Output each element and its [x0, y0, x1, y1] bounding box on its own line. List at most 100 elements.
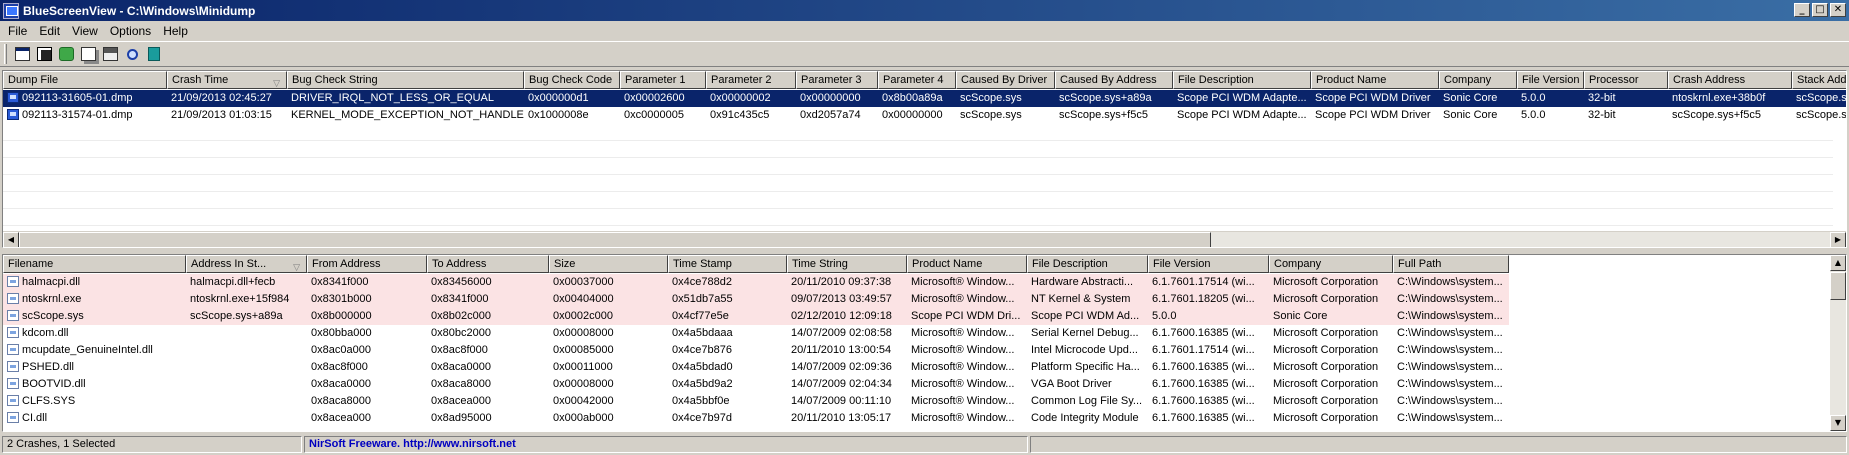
column-header-parameter-1[interactable]: Parameter 1 [620, 71, 706, 89]
driver-row[interactable]: scScope.sys scScope.sys+a89a 0x8b000000 0x8… [3, 308, 1509, 325]
cell-text: 0x8aca0000 [311, 378, 371, 390]
column-header-processor[interactable]: Processor [1584, 71, 1668, 89]
column-header-label: From Address [312, 258, 381, 270]
driver-row[interactable]: CLFS.SYS 0x8aca8000 0x8acea000 0x00042000 0x… [3, 393, 1509, 410]
options-icon [102, 47, 118, 61]
refresh-button[interactable] [55, 44, 77, 65]
cell-to-address: 0x83456000 [427, 274, 549, 291]
driver-row[interactable]: BOOTVID.dll 0x8aca0000 0x8aca8000 0x0000800… [3, 376, 1509, 393]
cell-text: Microsoft Corporation [1273, 327, 1379, 339]
cell-file-description: Common Log File Sy... [1027, 393, 1148, 410]
column-header-dump-file[interactable]: Dump File [3, 71, 167, 89]
maximize-button[interactable]: □ [1812, 3, 1828, 17]
column-header-product-name[interactable]: Product Name [1311, 71, 1439, 89]
scroll-right-arrow[interactable]: ▶ [1830, 232, 1846, 247]
crash-list-hscroll[interactable]: ◀ ▶ [3, 231, 1846, 247]
cell-file-version: 6.1.7601.18205 (wi... [1148, 291, 1269, 308]
menu-view[interactable]: View [66, 24, 104, 38]
driver-row[interactable]: mcupdate_GenuineIntel.dll 0x8ac0a000 0x8ac… [3, 342, 1509, 359]
column-header-time-stamp[interactable]: Time Stamp [668, 255, 787, 273]
column-header-from-address[interactable]: From Address [307, 255, 427, 273]
cell-file-version: 5.0.0 [1148, 308, 1269, 325]
options-button[interactable] [99, 44, 121, 65]
column-header-file-description[interactable]: File Description [1173, 71, 1311, 89]
driver-row[interactable]: kdcom.dll 0x80bba000 0x80bc2000 0x00008000 0… [3, 325, 1509, 342]
minimize-button[interactable]: _ [1794, 3, 1810, 17]
column-header-address-in-st[interactable]: Address In St... ▽ [186, 255, 307, 273]
cell-text: C:\Windows\system... [1397, 412, 1503, 424]
cell-text: Sonic Core [1443, 109, 1498, 121]
column-header-size[interactable]: Size [549, 255, 668, 273]
cell-text: VGA Boot Driver [1031, 378, 1112, 390]
column-header-parameter-3[interactable]: Parameter 3 [796, 71, 878, 89]
cell-company: Sonic Core [1439, 90, 1517, 107]
column-header-filename[interactable]: Filename [3, 255, 186, 273]
close-button[interactable]: ✕ [1830, 3, 1846, 17]
find-button[interactable] [121, 44, 143, 65]
cell-text: 0x00008000 [553, 327, 614, 339]
menu-help[interactable]: Help [157, 24, 194, 38]
driver-row[interactable]: PSHED.dll 0x8ac8f000 0x8aca0000 0x00011000 0… [3, 359, 1509, 376]
scroll-thumb[interactable] [1830, 272, 1846, 300]
column-header-bug-check-code[interactable]: Bug Check Code [524, 71, 620, 89]
exit-button[interactable] [143, 44, 165, 65]
column-header-time-string[interactable]: Time String [787, 255, 907, 273]
column-header-full-path[interactable]: Full Path [1393, 255, 1509, 273]
cell-text: 14/07/2009 02:08:58 [791, 327, 892, 339]
column-header-parameter-2[interactable]: Parameter 2 [706, 71, 796, 89]
save-button[interactable] [33, 44, 55, 65]
driver-list-vscroll[interactable]: ▲ ▼ [1830, 255, 1846, 431]
properties-button[interactable] [11, 44, 33, 65]
driver-row[interactable]: CI.dll 0x8acea000 0x8ad95000 0x000ab000 0x4c… [3, 410, 1509, 427]
column-header-caused-by-driver[interactable]: Caused By Driver [956, 71, 1055, 89]
crash-row[interactable]: 092113-31574-01.dmp 21/09/2013 01:03:15 KE… [3, 107, 1846, 124]
crash-list[interactable]: Dump File Crash Time ▽ Bug Check String Bug … [2, 70, 1847, 248]
column-header-bug-check-string[interactable]: Bug Check String [287, 71, 524, 89]
driver-row[interactable]: halmacpi.dll halmacpi.dll+fecb 0x8341f000 0… [3, 274, 1509, 291]
cell-file-description: Hardware Abstracti... [1027, 274, 1148, 291]
column-header-file-version[interactable]: File Version [1517, 71, 1584, 89]
column-header-file-description[interactable]: File Description [1027, 255, 1148, 273]
cell-caused-by-driver: scScope.sys [956, 90, 1055, 107]
copy-button[interactable] [77, 44, 99, 65]
column-header-label: Address In St... [191, 258, 267, 270]
column-header-parameter-4[interactable]: Parameter 4 [878, 71, 956, 89]
scroll-up-arrow[interactable]: ▲ [1830, 255, 1846, 271]
column-header-crash-time[interactable]: Crash Time ▽ [167, 71, 287, 89]
cell-text: Scope PCI WDM Adapte... [1177, 109, 1307, 121]
cell-full-path: C:\Windows\system... [1393, 359, 1509, 376]
column-header-caused-by-address[interactable]: Caused By Address [1055, 71, 1173, 89]
column-header-label: Filename [8, 258, 54, 270]
cell-text: scScope.sys+a89a [190, 310, 283, 322]
title-bar[interactable]: BlueScreenView - C:\Windows\Minidump _ □… [0, 0, 1849, 21]
save-icon [36, 47, 52, 61]
menu-options[interactable]: Options [104, 24, 157, 38]
column-header-file-version[interactable]: File Version [1148, 255, 1269, 273]
sort-indicator-icon: ▽ [293, 262, 300, 272]
column-header-label: Parameter 4 [883, 74, 944, 86]
column-header-company[interactable]: Company [1269, 255, 1393, 273]
scroll-down-arrow[interactable]: ▼ [1830, 415, 1846, 431]
column-header-stack-address[interactable]: Stack Address [1792, 71, 1846, 89]
nirsoft-link[interactable]: NirSoft Freeware. http://www.nirsoft.net [304, 436, 1028, 453]
cell-crash-time: 21/09/2013 01:03:15 [167, 107, 287, 124]
menu-file[interactable]: File [2, 24, 33, 38]
toolbar-grip[interactable] [4, 44, 7, 64]
scroll-thumb[interactable] [19, 232, 1211, 247]
menu-edit[interactable]: Edit [33, 24, 66, 38]
column-header-crash-address[interactable]: Crash Address [1668, 71, 1792, 89]
cell-full-path: C:\Windows\system... [1393, 393, 1509, 410]
cell-text: 0x4a5bd9a2 [672, 378, 733, 390]
driver-row[interactable]: ntoskrnl.exe ntoskrnl.exe+15f984 0x8301b00… [3, 291, 1509, 308]
cell-text: Hardware Abstracti... [1031, 276, 1134, 288]
scroll-left-arrow[interactable]: ◀ [3, 232, 19, 247]
column-header-product-name[interactable]: Product Name [907, 255, 1027, 273]
crash-row[interactable]: 092113-31605-01.dmp 21/09/2013 02:45:27 DR… [3, 90, 1846, 107]
column-header-to-address[interactable]: To Address [427, 255, 549, 273]
properties-icon [14, 47, 30, 61]
column-header-label: File Description [1032, 258, 1108, 270]
cell-text: 0x8341f000 [311, 276, 369, 288]
column-header-company[interactable]: Company [1439, 71, 1517, 89]
driver-list[interactable]: Filename Address In St... ▽ From Address To … [2, 254, 1847, 432]
cell-parameter-1: 0xc0000005 [620, 107, 706, 124]
